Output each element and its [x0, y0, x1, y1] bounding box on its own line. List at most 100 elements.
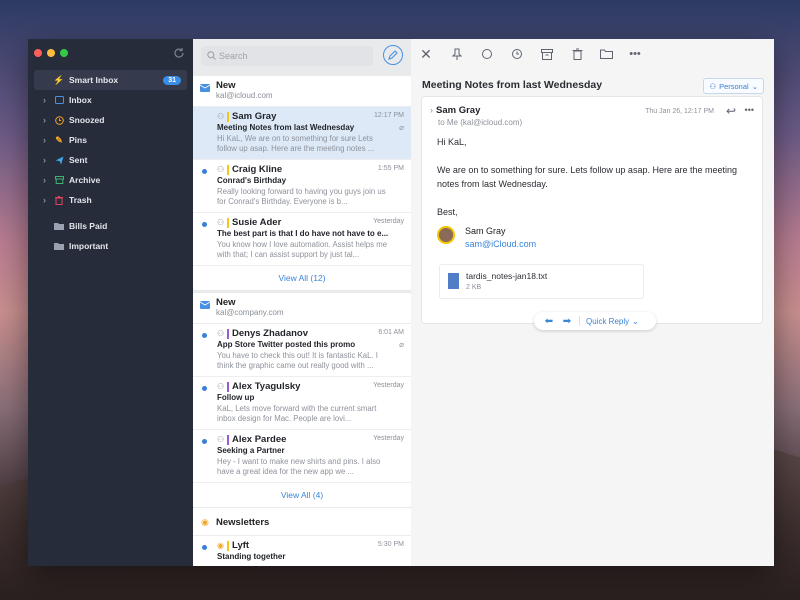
- snooze-clock-icon[interactable]: [510, 47, 524, 61]
- attachment-icon: ⌀: [399, 123, 404, 132]
- sidebar-item-trash[interactable]: › Trash: [28, 190, 193, 210]
- more-options-icon[interactable]: •••: [745, 105, 754, 115]
- sidebar-item-smart-inbox[interactable]: ⚡ Smart Inbox 31: [34, 70, 187, 90]
- message-date: Thu Jan 26, 12:17 PM: [645, 108, 714, 115]
- unread-dot: [202, 222, 207, 227]
- unread-dot: [202, 333, 207, 338]
- person-icon: ⚇: [217, 112, 225, 121]
- trash-icon: [54, 195, 64, 205]
- message-card: › Sam Gray to Me (kal@icloud.com) Thu Ja…: [422, 97, 762, 330]
- attachment-icon: ⌀: [399, 340, 404, 349]
- list-item[interactable]: ⚇ Susie Ader Yesterday The best part is …: [193, 213, 411, 266]
- rss-icon: ◉: [201, 517, 209, 527]
- paper-plane-icon: [54, 155, 64, 165]
- label-color-bar: [227, 112, 229, 122]
- sidebar-item-inbox[interactable]: › Inbox: [28, 90, 193, 110]
- list-item[interactable]: ⚇ Alex Tyagulsky Yesterday Follow up KaL…: [193, 377, 411, 430]
- account-header[interactable]: New kal@icloud.com: [193, 76, 411, 107]
- reply-bar: ⬅ ➡ Quick Reply ⌄: [534, 312, 656, 330]
- chevron-down-icon[interactable]: ⌄: [632, 317, 639, 326]
- account-header[interactable]: New kal@company.com: [193, 293, 411, 324]
- file-icon: [448, 273, 459, 289]
- unread-dot: [202, 545, 207, 550]
- envelope-icon: [200, 301, 210, 309]
- person-icon: ⚇: [217, 382, 225, 391]
- message-toolbar: ✕ •••: [411, 39, 774, 69]
- chevron-right-icon[interactable]: ›: [43, 155, 46, 165]
- label-color-bar: [227, 329, 229, 339]
- sidebar-item-archive[interactable]: › Archive: [28, 170, 193, 190]
- unread-dot: [202, 439, 207, 444]
- refresh-icon[interactable]: [173, 47, 185, 59]
- chevron-right-icon[interactable]: ›: [43, 175, 46, 185]
- pencil-icon: [388, 50, 398, 60]
- message-body: Hi KaL, We are on to something for sure.…: [437, 137, 737, 217]
- lightning-icon: ⚡: [53, 74, 65, 85]
- zoom-window-button[interactable]: [60, 49, 68, 57]
- inbox-icon: [54, 95, 64, 105]
- attachment[interactable]: tardis_notes-jan18.txt 2 KB: [439, 264, 644, 299]
- close-window-button[interactable]: [34, 49, 42, 57]
- chevron-right-icon[interactable]: ›: [43, 95, 46, 105]
- sender-name[interactable]: Sam Gray: [436, 105, 480, 116]
- chevron-right-icon[interactable]: ›: [43, 135, 46, 145]
- view-all-link[interactable]: View All (12): [193, 266, 411, 290]
- folder-icon: [54, 241, 64, 251]
- minimize-window-button[interactable]: [47, 49, 55, 57]
- reading-pane: ✕ ••• Meeting Notes from last Wednesday …: [411, 39, 774, 566]
- move-folder-icon[interactable]: [599, 47, 613, 61]
- person-icon: ⚇: [217, 329, 225, 338]
- chevron-right-icon[interactable]: ›: [430, 105, 433, 115]
- reply-icon[interactable]: ↩: [726, 104, 736, 118]
- view-all-link[interactable]: View All (4): [193, 483, 411, 507]
- reply-arrow-icon[interactable]: ⬅: [540, 316, 558, 327]
- sidebar-item-sent[interactable]: › Sent: [28, 150, 193, 170]
- account-tag-dropdown[interactable]: ⚇ Personal ⌄: [703, 78, 764, 94]
- trash-icon[interactable]: [570, 47, 584, 61]
- label-color-bar: [227, 541, 229, 551]
- divider: [579, 316, 580, 326]
- account-group-company: New kal@company.com ⚇ Denys Zhadanov 6:0…: [193, 293, 411, 507]
- message-title: Meeting Notes from last Wednesday: [422, 79, 603, 91]
- search-input[interactable]: Search: [201, 46, 373, 66]
- search-icon: [207, 51, 216, 60]
- sidebar-item-snoozed[interactable]: › Snoozed: [28, 110, 193, 130]
- clock-icon: [54, 115, 64, 125]
- label-color-bar: [227, 382, 229, 392]
- person-icon: ⚇: [217, 435, 225, 444]
- label-color-bar: [227, 218, 229, 228]
- sidebar-item-important[interactable]: Important: [28, 236, 193, 256]
- forward-arrow-icon[interactable]: ➡: [558, 316, 576, 327]
- quick-reply-button[interactable]: Quick Reply: [586, 317, 629, 326]
- list-item[interactable]: ⚇ Sam Gray 12:17 PM Meeting Notes from l…: [193, 107, 411, 160]
- archive-icon[interactable]: [540, 47, 554, 61]
- unread-count-badge: 31: [163, 75, 181, 85]
- list-item[interactable]: ⚇ Craig Kline 1:55 PM Conrad's Birthday …: [193, 160, 411, 213]
- rss-icon: ◉: [217, 541, 224, 550]
- list-item[interactable]: ⚇ Alex Pardee Yesterday Seeking a Partne…: [193, 430, 411, 483]
- sidebar: ⚡ Smart Inbox 31 › Inbox › Snoozed › ✎ P…: [28, 39, 193, 566]
- chevron-right-icon[interactable]: ›: [43, 195, 46, 205]
- newsletters-header[interactable]: ◉ Newsletters: [193, 508, 411, 536]
- chevron-right-icon[interactable]: ›: [43, 115, 46, 125]
- compose-button[interactable]: [383, 45, 403, 65]
- avatar: [437, 226, 455, 244]
- label-color-bar: [227, 435, 229, 445]
- account-group-icloud: New kal@icloud.com ⚇ Sam Gray 12:17 PM M…: [193, 76, 411, 290]
- more-options-icon[interactable]: •••: [628, 47, 642, 61]
- pin-icon[interactable]: [450, 47, 464, 61]
- person-icon: ⚇: [217, 165, 225, 174]
- sidebar-item-bills-paid[interactable]: Bills Paid: [28, 216, 193, 236]
- mark-done-icon[interactable]: [480, 47, 494, 61]
- pin-icon: ✎: [55, 134, 63, 145]
- signature-email-link[interactable]: sam@iCloud.com: [465, 239, 536, 249]
- list-item[interactable]: ⚇ Denys Zhadanov 6:01 AM App Store Twitt…: [193, 324, 411, 377]
- sidebar-nav: ⚡ Smart Inbox 31 › Inbox › Snoozed › ✎ P…: [28, 70, 193, 256]
- list-item[interactable]: ◉ Lyft 5:30 PM Standing together: [193, 536, 411, 566]
- close-icon[interactable]: ✕: [419, 46, 433, 62]
- sidebar-item-pins[interactable]: › ✎ Pins: [28, 130, 193, 150]
- envelope-icon: [200, 84, 210, 92]
- message-list-column: Search New kal@icloud.com ⚇ Sam Gray 12:…: [193, 39, 411, 566]
- archive-icon: [54, 175, 64, 185]
- chevron-down-icon: ⌄: [751, 81, 758, 91]
